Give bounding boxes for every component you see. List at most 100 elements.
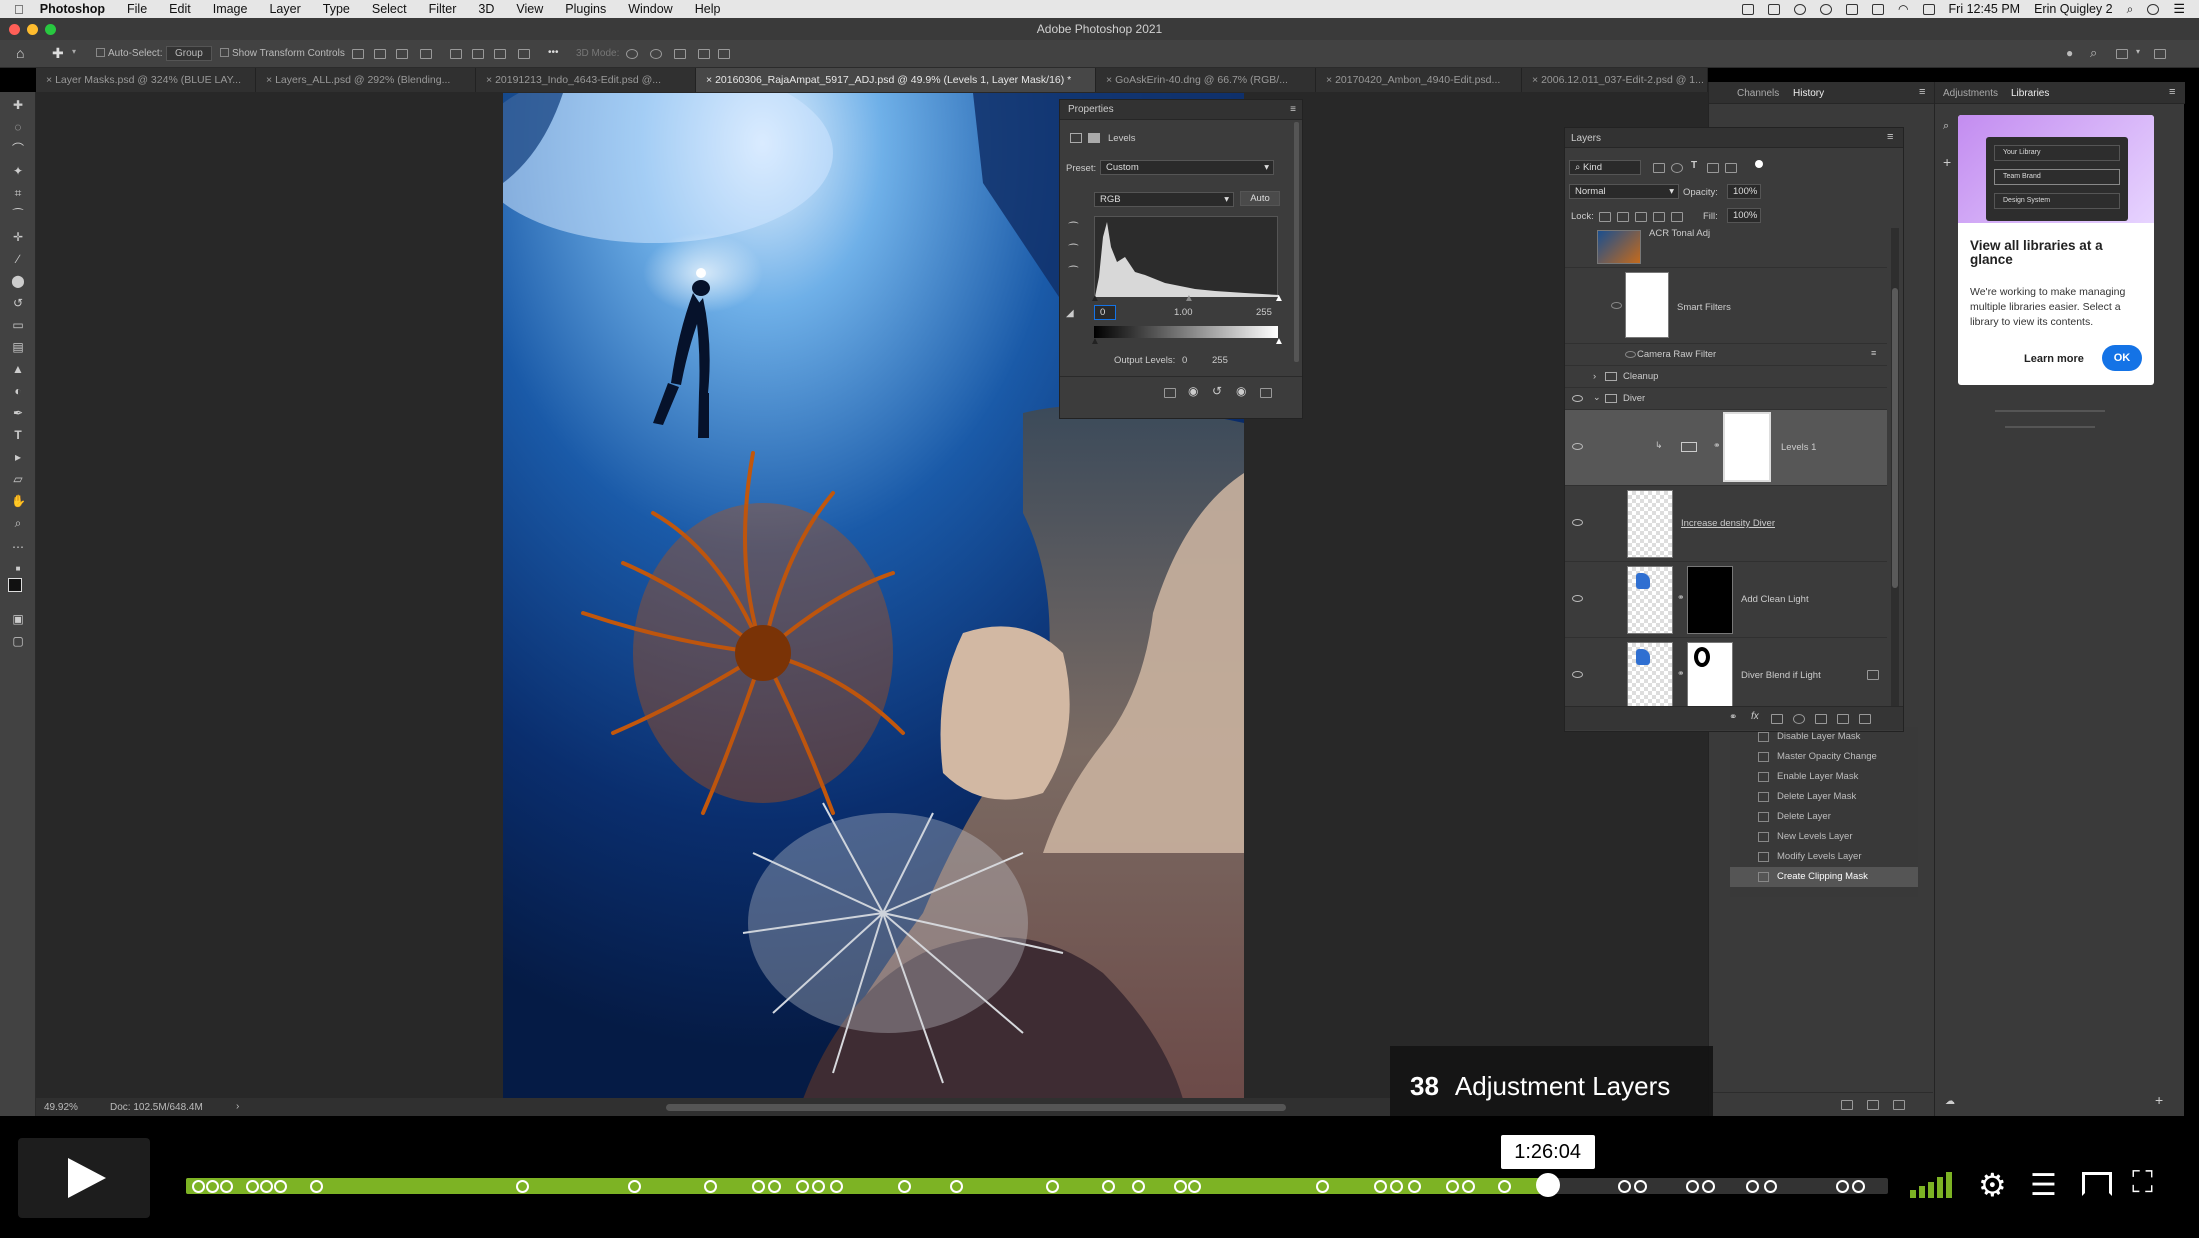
layer-row-increase-density[interactable]: Increase density Diver xyxy=(1565,486,1887,562)
chapter-marker[interactable] xyxy=(1390,1180,1403,1193)
zoom-window-icon[interactable] xyxy=(45,24,56,35)
chapter-marker[interactable] xyxy=(1132,1180,1145,1193)
chapter-marker[interactable] xyxy=(220,1180,233,1193)
shape-icon[interactable]: ▱ xyxy=(11,472,25,486)
orbit-3d-icon[interactable] xyxy=(626,49,638,59)
menu-edit[interactable]: Edit xyxy=(169,2,191,16)
eye-icon[interactable] xyxy=(1572,395,1583,402)
close-tab-icon[interactable]: × xyxy=(46,74,52,86)
cloud-icon[interactable]: ☁ xyxy=(1945,1096,1955,1107)
clip-to-layer-icon[interactable] xyxy=(1164,388,1176,398)
black-point-eyedropper-icon[interactable]: ⁀ xyxy=(1069,222,1078,235)
roll-3d-icon[interactable] xyxy=(650,49,662,59)
filter-adjustment-icon[interactable] xyxy=(1671,163,1683,173)
foreground-color-swatch[interactable] xyxy=(8,578,22,592)
properties-scrollbar[interactable] xyxy=(1294,122,1299,362)
panel-menu-icon[interactable]: ≡ xyxy=(1887,131,1893,143)
fx-icon[interactable]: fx xyxy=(1751,711,1759,722)
align-top-icon[interactable] xyxy=(450,49,462,59)
input-black-field[interactable]: 0 xyxy=(1094,305,1116,320)
eye-icon[interactable] xyxy=(1572,443,1583,450)
learn-more-link[interactable]: Learn more xyxy=(2024,353,2084,365)
wifi-icon[interactable]: ◠ xyxy=(1898,2,1908,16)
white-point-eyedropper-icon[interactable]: ⁀ xyxy=(1069,266,1078,279)
zoom-level[interactable]: 49.92% xyxy=(44,1102,78,1113)
history-state[interactable]: Modify Levels Layer xyxy=(1730,847,1918,867)
doc-tab[interactable]: × 20170420_Ambon_4940-Edit.psd... xyxy=(1316,68,1522,92)
move-icon[interactable]: ✚ xyxy=(11,98,25,112)
dropbox-icon[interactable] xyxy=(1846,3,1859,15)
doc-tab[interactable]: × GoAskErin-40.dng @ 66.7% (RGB/... xyxy=(1096,68,1316,92)
chapter-marker[interactable] xyxy=(260,1180,273,1193)
chapter-marker[interactable] xyxy=(950,1180,963,1193)
filter-type-icon[interactable]: T xyxy=(1691,160,1697,171)
chapter-marker[interactable] xyxy=(1702,1180,1715,1193)
volume-icon[interactable] xyxy=(1910,1170,1958,1203)
status-menu-icon[interactable] xyxy=(1742,3,1755,15)
close-tab-icon[interactable]: × xyxy=(1326,74,1332,86)
link-icon[interactable]: ⚭ xyxy=(1713,440,1721,451)
eye-icon[interactable] xyxy=(1611,302,1622,309)
menu-filter[interactable]: Filter xyxy=(429,2,457,16)
new-adjustment-icon[interactable] xyxy=(1793,714,1805,724)
chapter-marker[interactable] xyxy=(1374,1180,1387,1193)
more-tools-icon[interactable]: ⋯ xyxy=(11,540,25,554)
doc-tab[interactable]: × Layer Masks.psd @ 324% (BLUE LAY... xyxy=(36,68,256,92)
chapter-marker[interactable] xyxy=(1408,1180,1421,1193)
filter-smart-object-icon[interactable] xyxy=(1725,163,1737,173)
channel-dropdown[interactable]: RGB ▾ xyxy=(1094,192,1234,207)
chapter-marker[interactable] xyxy=(1102,1180,1115,1193)
output-white-field[interactable]: 255 xyxy=(1212,355,1228,366)
minimize-window-icon[interactable] xyxy=(27,24,38,35)
filter-options-icon[interactable]: ≡ xyxy=(1871,348,1876,358)
airplay-icon[interactable] xyxy=(1922,3,1935,15)
share-user-icon[interactable]: ● xyxy=(2066,46,2073,60)
chapter-marker[interactable] xyxy=(310,1180,323,1193)
chapter-marker[interactable] xyxy=(796,1180,809,1193)
clipping-warning-icon[interactable]: ◢ xyxy=(1066,308,1074,319)
delete-layer-icon[interactable] xyxy=(1859,714,1871,724)
new-layer-icon[interactable] xyxy=(1837,714,1849,724)
lock-position-icon[interactable] xyxy=(1635,212,1647,222)
group-row-cleanup[interactable]: › Cleanup xyxy=(1565,366,1887,388)
new-group-icon[interactable] xyxy=(1815,714,1827,724)
align-bottom-icon[interactable] xyxy=(494,49,506,59)
eye-icon[interactable] xyxy=(1572,595,1583,602)
spotlight-search-icon[interactable]: ⌕ xyxy=(2127,2,2134,17)
align-left-icon[interactable] xyxy=(352,49,364,59)
scrub-handle[interactable] xyxy=(1535,1173,1560,1197)
close-window-icon[interactable] xyxy=(9,24,20,35)
output-black-field[interactable]: 0 xyxy=(1182,355,1187,366)
chapter-marker[interactable] xyxy=(1446,1180,1459,1193)
chevron-down-icon[interactable]: ⌄ xyxy=(1593,392,1601,403)
doc-tab[interactable]: × 2006.12.011_037-Edit-2.psd @ 1... xyxy=(1522,68,1708,92)
home-icon[interactable]: ⌂ xyxy=(16,45,24,61)
close-tab-icon[interactable]: × xyxy=(1106,74,1112,86)
eye-icon[interactable] xyxy=(1572,671,1583,678)
play-button[interactable] xyxy=(18,1138,150,1218)
layers-scrollbar[interactable] xyxy=(1891,228,1899,706)
layer-mask-thumbnail[interactable] xyxy=(1687,566,1733,634)
snapshot-icon[interactable] xyxy=(1867,1100,1879,1110)
lock-transparent-icon[interactable] xyxy=(1599,212,1611,222)
chapter-marker[interactable] xyxy=(1764,1180,1777,1193)
chevron-right-icon[interactable]: › xyxy=(1593,371,1596,382)
layer-row-acr[interactable]: ACR Tonal Adj xyxy=(1565,228,1887,268)
screen-mode-icon[interactable]: ▢ xyxy=(11,634,25,648)
chapter-marker[interactable] xyxy=(1836,1180,1849,1193)
menu-image[interactable]: Image xyxy=(213,2,248,16)
hand-icon[interactable]: ✋ xyxy=(11,494,26,508)
black-input-slider[interactable]: ▲ xyxy=(1090,293,1100,304)
marquee-icon[interactable]: ◌ xyxy=(11,120,25,134)
history-state[interactable]: New Levels Layer xyxy=(1730,827,1918,847)
search-icon[interactable]: ⌕ xyxy=(2090,45,2097,61)
history-brush-icon[interactable]: ↺ xyxy=(11,296,25,310)
lock-all-icon[interactable] xyxy=(1671,212,1683,222)
menu-select[interactable]: Select xyxy=(372,2,407,16)
siri-icon[interactable] xyxy=(2147,3,2160,15)
close-tab-icon[interactable]: × xyxy=(706,74,712,86)
menu-3d[interactable]: 3D xyxy=(478,2,494,16)
dodge-icon[interactable]: ◐ xyxy=(11,384,25,398)
tab-history[interactable]: History xyxy=(1793,88,1824,99)
filter-pixel-icon[interactable] xyxy=(1653,163,1665,173)
